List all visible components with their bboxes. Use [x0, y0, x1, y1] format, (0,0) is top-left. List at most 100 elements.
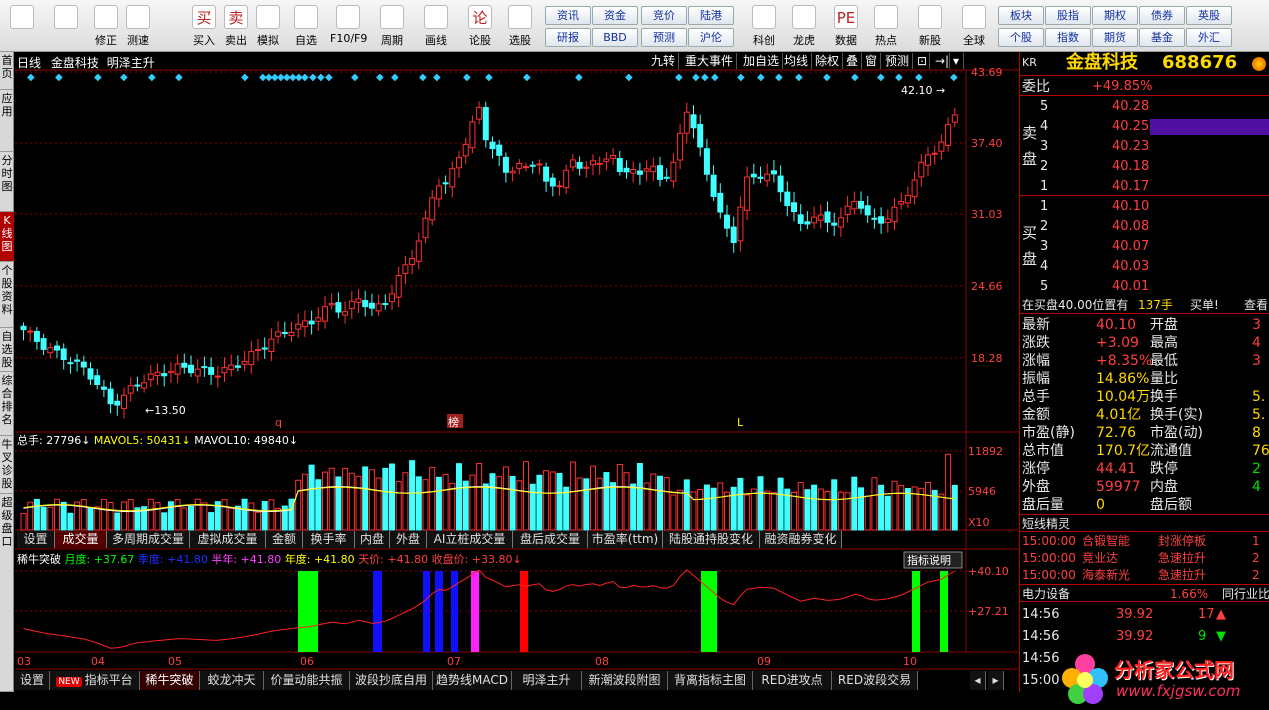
notice-link[interactable]: 查看 — [1244, 296, 1268, 314]
toolbar-button-13[interactable]: 科创 — [746, 3, 782, 49]
toolbar-button-7[interactable]: 自选 — [288, 3, 324, 49]
volume-tab-4[interactable]: 金额 — [266, 531, 303, 548]
chart-btn-5[interactable]: 叠 — [843, 53, 863, 69]
quick-link-指数[interactable]: 指数 — [1045, 28, 1091, 47]
toolbar-button-17[interactable]: 新股 — [912, 3, 948, 49]
leftnav-4[interactable]: 个股资料 — [0, 262, 14, 328]
chart-area[interactable]: 43.69 37.40 31.03 24.66 18.28 11892 5946 X10 +40… — [15, 52, 1018, 692]
bottom-tab-2[interactable]: 稀牛突破 — [140, 671, 200, 690]
quick-link-期权[interactable]: 期权 — [1092, 6, 1138, 25]
volume-tab-3[interactable]: 虚拟成交量 — [190, 531, 266, 548]
toolbar-button-8[interactable]: F10/F9 — [330, 3, 367, 49]
bottom-tab-10[interactable]: RED进攻点 — [753, 671, 832, 690]
volume-tab-6[interactable]: 内盘 — [355, 531, 390, 548]
leftnav-2[interactable]: 分时图 — [0, 152, 14, 212]
quick-link-个股[interactable]: 个股 — [998, 28, 1044, 47]
sector-name[interactable]: 电力设备 — [1022, 585, 1070, 603]
tab-nav-left-icon[interactable]: ◂ — [970, 671, 986, 690]
quick-link-外汇[interactable]: 外汇 — [1186, 28, 1232, 47]
toolbar-button-11[interactable]: 论论股 — [462, 3, 498, 49]
volume-tab-10[interactable]: 市盈率(ttm) — [588, 531, 663, 548]
leftnav-7[interactable]: 牛叉诊股 — [0, 436, 14, 494]
chart-btn-7[interactable]: 预测 — [882, 53, 914, 69]
volume-tab-11[interactable]: 陆股通持股变化 — [663, 531, 760, 548]
stat-label-2: 市盈(动) — [1150, 425, 1203, 441]
bottom-tab-3[interactable]: 蛟龙冲天 — [200, 671, 264, 690]
quick-link-基金[interactable]: 基金 — [1139, 28, 1185, 47]
bottom-tab-8[interactable]: 新潮波段附图 — [582, 671, 668, 690]
chart-btn-6[interactable]: 窗 — [862, 53, 882, 69]
leftnav-3[interactable]: K线图 — [0, 212, 14, 262]
toolbar-button-12[interactable]: 选股 — [502, 3, 538, 49]
indicator-legend-item: 天价: +41.80 — [358, 553, 431, 566]
leftnav-6[interactable]: 综合排名 — [0, 372, 14, 436]
toolbar-button-2[interactable]: 修正 — [88, 3, 124, 49]
arrow-right-icon[interactable]: →| — [932, 53, 950, 69]
chart-btn-0[interactable]: 九转 — [648, 53, 680, 69]
toolbar-button-1[interactable] — [48, 3, 84, 49]
quick-link-研报[interactable]: 研报 — [545, 28, 591, 47]
volume-tab-12[interactable]: 融资融券变化 — [760, 531, 842, 548]
quick-link-股指[interactable]: 股指 — [1045, 6, 1091, 25]
quick-link-沪伦[interactable]: 沪伦 — [688, 28, 734, 47]
volume-tab-2[interactable]: 多周期成交量 — [107, 531, 190, 548]
quick-link-英股[interactable]: 英股 — [1186, 6, 1232, 25]
toolbar-button-0[interactable] — [4, 3, 40, 49]
quick-link-资讯[interactable]: 资讯 — [545, 6, 591, 25]
volume-tab-1[interactable]: 成交量 — [55, 531, 107, 548]
tab-nav-right-icon[interactable]: ▸ — [988, 671, 1004, 690]
refresh-icon[interactable] — [1252, 57, 1266, 71]
volume-tab-5[interactable]: 换手率 — [303, 531, 355, 548]
bottom-tab-4[interactable]: 价量动能共振 — [264, 671, 350, 690]
bottom-tab-7[interactable]: 明泽主升 — [512, 671, 582, 690]
toolbar-button-9[interactable]: 周期 — [374, 3, 410, 49]
toolbar-button-5[interactable]: 卖卖出 — [218, 3, 254, 49]
leftnav-5[interactable]: 自选股 — [0, 328, 14, 372]
quick-link-债券[interactable]: 债券 — [1139, 6, 1185, 25]
volume-tab-8[interactable]: AI立桩成交量 — [427, 531, 513, 548]
period-label[interactable]: 日线 — [17, 56, 41, 70]
quick-link-期货[interactable]: 期货 — [1092, 28, 1138, 47]
toolbar-button-6[interactable]: 模拟 — [250, 3, 286, 49]
toolbar-button-14[interactable]: 龙虎 — [786, 3, 822, 49]
volume-tab-7[interactable]: 外盘 — [390, 531, 427, 548]
bottom-tab-11[interactable]: RED波段交易 — [832, 671, 918, 690]
quick-link-板块[interactable]: 板块 — [998, 6, 1044, 25]
leftnav-8[interactable]: 超级盘口 — [0, 494, 14, 692]
chart-btn-4[interactable]: 除权 — [812, 53, 844, 69]
bottom-tab-0[interactable]: 设置 — [15, 671, 50, 690]
leftnav-0[interactable]: 首页 — [0, 52, 14, 90]
toolbar-button-3[interactable]: 测速 — [120, 3, 156, 49]
quick-link-陆港[interactable]: 陆港 — [688, 6, 734, 25]
toolbar-button-15[interactable]: PE 数据 — [828, 3, 864, 49]
quick-link-竞价[interactable]: 竞价 — [641, 6, 687, 25]
bottom-tab-5[interactable]: 波段抄底自用 — [350, 671, 433, 690]
chart-btn-2[interactable]: 加自选 — [740, 53, 784, 69]
spirit-title[interactable]: 短线精灵 — [1022, 515, 1070, 533]
volume-tab-9[interactable]: 盘后成交量 — [513, 531, 588, 548]
sector-link[interactable]: 同行业比 — [1222, 585, 1269, 603]
kline-chart[interactable]: 43.69 37.40 31.03 24.66 18.28 11892 5946 X10 +40… — [15, 52, 1018, 692]
spirit-item[interactable]: 15:00:00 合锻智能 封涨停板 1 — [1020, 532, 1269, 550]
toolbar-button-18[interactable]: 全球 — [956, 3, 992, 49]
restore-icon[interactable]: ⊡ — [914, 53, 930, 69]
volume-bar — [54, 498, 60, 531]
spirit-item[interactable]: 15:00:00 竞业达 急速拉升 2 — [1020, 549, 1269, 567]
toolbar-button-16[interactable]: 热点 — [868, 3, 904, 49]
bottom-tab-9[interactable]: 背离指标主图 — [668, 671, 753, 690]
toolbar-button-4[interactable]: 买买入 — [186, 3, 222, 49]
leftnav-1[interactable]: 应用 — [0, 90, 14, 152]
bottom-tab-1[interactable]: NEW 指标平台 — [50, 671, 140, 690]
toolbar-button-10[interactable]: 画线 — [418, 3, 454, 49]
volume-tab-0[interactable]: 设置 — [17, 531, 55, 548]
spirit-item[interactable]: 15:00:00 海泰新光 急速拉升 2 — [1020, 566, 1269, 584]
chart-btn-3[interactable]: 均线 — [781, 53, 813, 69]
quick-link-BBD[interactable]: BBD — [592, 28, 638, 47]
indicator-name-label[interactable]: 明泽主升 — [107, 56, 155, 70]
dropdown-icon[interactable]: ▾ — [950, 53, 964, 69]
candle-body — [20, 325, 27, 331]
chart-btn-1[interactable]: 重大事件 — [682, 53, 738, 69]
quick-link-资金[interactable]: 资金 — [592, 6, 638, 25]
quick-link-预测[interactable]: 预测 — [641, 28, 687, 47]
bottom-tab-6[interactable]: 趋势线MACD — [433, 671, 512, 690]
